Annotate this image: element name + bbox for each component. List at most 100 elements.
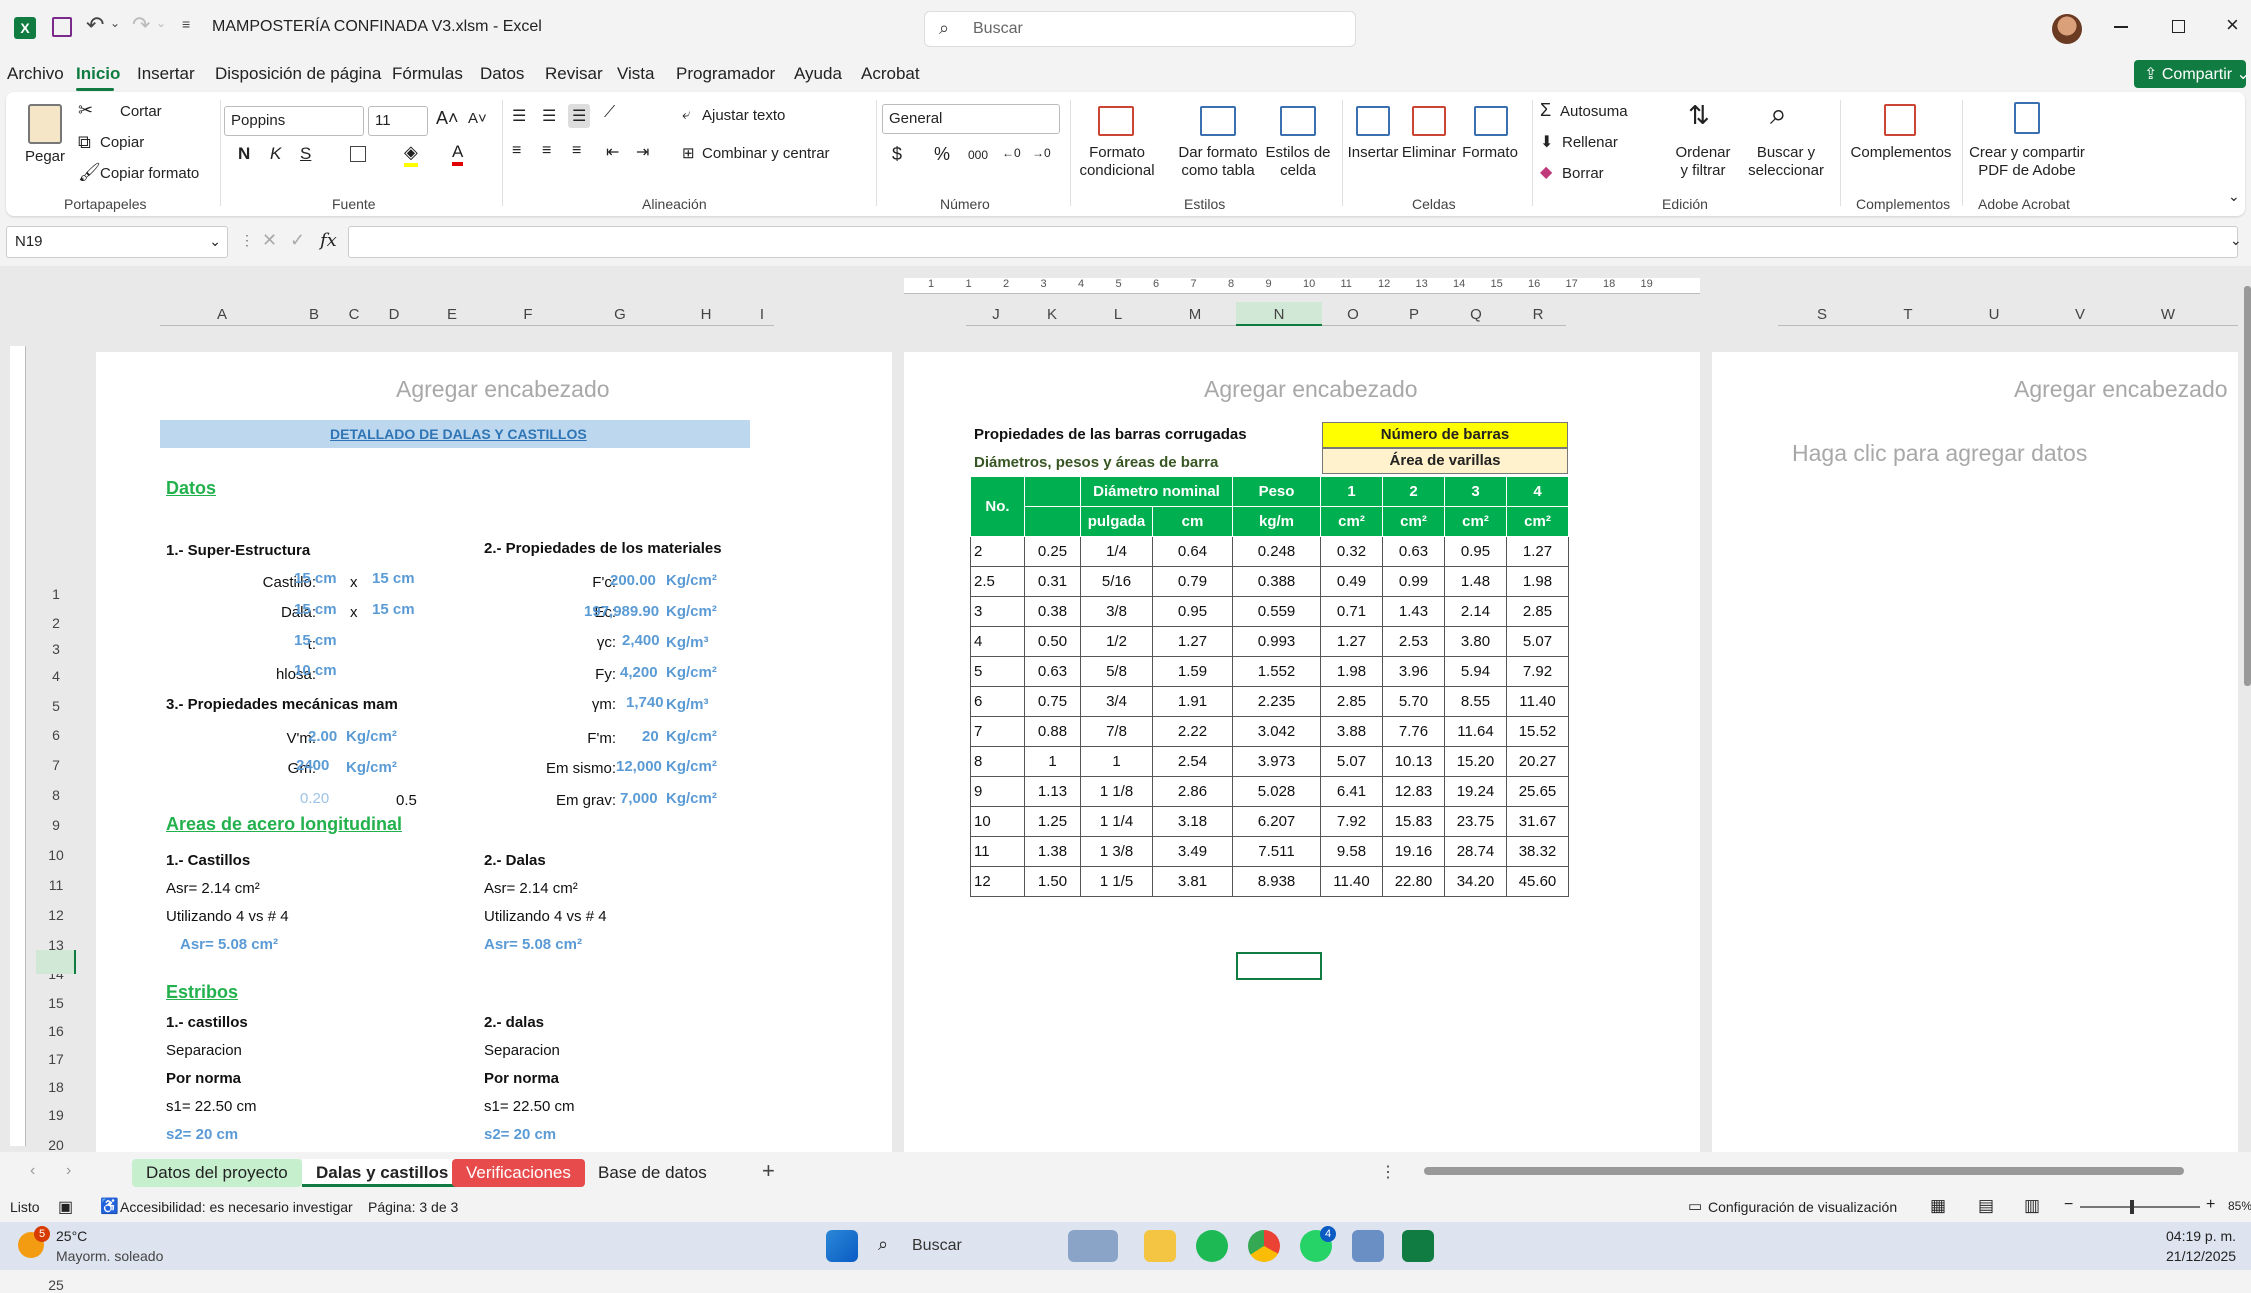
zoom-thumb[interactable] [2130, 1200, 2134, 1214]
table-cell[interactable]: 3.973 [1232, 746, 1321, 777]
table-cell[interactable]: 3.49 [1152, 836, 1233, 867]
table-cell[interactable]: 1/2 [1080, 626, 1153, 657]
table-cell[interactable]: 2.85 [1506, 596, 1569, 627]
table-cell[interactable]: 11.40 [1320, 866, 1383, 897]
avatar[interactable] [2052, 14, 2082, 44]
column-header[interactable]: R [1528, 306, 1548, 323]
table-cell[interactable]: 0.50 [1024, 626, 1081, 657]
enter-icon[interactable]: ✓ [290, 230, 305, 251]
expand-formula-icon[interactable]: ⌄ [2230, 232, 2242, 249]
table-cell[interactable]: 5.07 [1506, 626, 1569, 657]
row-header[interactable]: 16 [36, 1023, 76, 1039]
column-header[interactable]: K [1042, 306, 1062, 323]
find-select-button[interactable]: Buscar y seleccionar [1740, 144, 1832, 180]
chrome-icon[interactable] [1248, 1230, 1280, 1262]
table-cell[interactable]: 5/8 [1080, 656, 1153, 687]
column-header[interactable]: W [2158, 306, 2178, 323]
table-cell[interactable]: 7.92 [1320, 806, 1383, 837]
header-placeholder-3[interactable]: Agregar encabezado [2014, 376, 2228, 403]
row-header[interactable]: 4 [36, 668, 76, 684]
addins-button[interactable]: Complementos [1846, 144, 1956, 162]
horizontal-scrollbar[interactable] [1420, 1166, 2230, 1176]
table-cell[interactable]: 8 [970, 746, 1025, 777]
column-header[interactable]: P [1404, 306, 1424, 323]
fill-color-icon[interactable]: ◈ [404, 142, 418, 167]
cut-button[interactable]: Cortar [120, 103, 162, 120]
tab-vista[interactable]: Vista [617, 64, 655, 84]
table-cell[interactable]: 15.83 [1382, 806, 1445, 837]
table-cell[interactable]: 19.16 [1382, 836, 1445, 867]
table-cell[interactable]: 4 [970, 626, 1025, 657]
row-header[interactable]: 2 [36, 615, 76, 631]
table-cell[interactable]: 0.25 [1024, 536, 1081, 567]
excel-taskbar-icon[interactable] [1402, 1230, 1434, 1262]
table-cell[interactable]: 12.83 [1382, 776, 1445, 807]
paste-icon[interactable] [28, 104, 62, 144]
italic-icon[interactable]: K [270, 144, 281, 164]
header-placeholder-2[interactable]: Agregar encabezado [1204, 376, 1418, 403]
restore-icon[interactable] [2172, 20, 2185, 33]
widgets-icon[interactable] [1068, 1230, 1118, 1262]
borders-icon[interactable] [350, 146, 366, 162]
table-cell[interactable]: 2.54 [1152, 746, 1233, 777]
table-cell[interactable]: 3/4 [1080, 686, 1153, 717]
table-cell[interactable]: 2.5 [970, 566, 1025, 597]
table-cell[interactable]: 0.64 [1152, 536, 1233, 567]
zoom-out-icon[interactable]: − [2064, 1196, 2073, 1214]
table-cell[interactable]: 0.71 [1320, 596, 1383, 627]
row-header[interactable]: 20 [36, 1137, 76, 1153]
table-cell[interactable]: 6.207 [1232, 806, 1321, 837]
table-cell[interactable]: 10 [970, 806, 1025, 837]
column-header[interactable]: Q [1466, 306, 1486, 323]
share-button[interactable]: ⇪ Compartir ⌄ [2134, 60, 2250, 88]
decrease-indent-icon[interactable]: ⇤ [606, 142, 619, 162]
table-cell[interactable]: 2.235 [1232, 686, 1321, 717]
format-painter-button[interactable]: Copiar formato [100, 165, 199, 182]
close-icon[interactable]: × [2226, 12, 2239, 38]
copy-button[interactable]: Copiar [100, 134, 144, 151]
table-cell[interactable]: 2.53 [1382, 626, 1445, 657]
table-cell[interactable]: 11.40 [1506, 686, 1569, 717]
table-cell[interactable]: 0.388 [1232, 566, 1321, 597]
table-cell[interactable]: 1.98 [1506, 566, 1569, 597]
tab-revisar[interactable]: Revisar [545, 64, 603, 84]
table-cell[interactable]: 9 [970, 776, 1025, 807]
table-cell[interactable]: 1.48 [1444, 566, 1507, 597]
row-header[interactable]: 25 [36, 1277, 76, 1293]
tab-datos-proyecto[interactable]: Datos del proyecto [132, 1159, 302, 1187]
tab-inicio[interactable]: Inicio [76, 64, 120, 84]
vertical-scrollbar[interactable] [2244, 286, 2251, 686]
header-placeholder-1[interactable]: Agregar encabezado [396, 376, 610, 403]
table-cell[interactable]: 0.95 [1152, 596, 1233, 627]
insert-function-icon[interactable]: fx [320, 230, 337, 251]
table-cell[interactable]: 3.18 [1152, 806, 1233, 837]
table-cell[interactable]: 1.27 [1320, 626, 1383, 657]
row-header[interactable]: 19 [36, 1107, 76, 1123]
display-settings[interactable]: Configuración de visualización [1708, 1199, 1897, 1215]
table-cell[interactable]: 0.79 [1152, 566, 1233, 597]
table-cell[interactable]: 0.38 [1024, 596, 1081, 627]
add-data-placeholder[interactable]: Haga clic para agregar datos [1792, 440, 2087, 467]
table-cell[interactable]: 34.20 [1444, 866, 1507, 897]
underline-icon[interactable]: S [300, 144, 311, 164]
table-cell[interactable]: 12 [970, 866, 1025, 897]
thousands-icon[interactable]: 000 [968, 148, 988, 162]
column-header[interactable]: F [518, 306, 538, 323]
table-cell[interactable]: 1.27 [1506, 536, 1569, 567]
row-header[interactable]: 10 [36, 847, 76, 863]
paste-button[interactable]: Pegar [20, 148, 70, 166]
table-cell[interactable]: 0.559 [1232, 596, 1321, 627]
next-sheet-icon[interactable]: › [66, 1162, 71, 1180]
delete-cells-button[interactable]: Eliminar [1400, 144, 1458, 162]
table-cell[interactable]: 15.20 [1444, 746, 1507, 777]
table-cell[interactable]: 25.65 [1506, 776, 1569, 807]
currency-icon[interactable]: $ [892, 144, 902, 165]
table-cell[interactable]: 0.88 [1024, 716, 1081, 747]
align-center-icon[interactable]: ≡ [542, 142, 551, 160]
tab-acrobat[interactable]: Acrobat [861, 64, 920, 84]
table-cell[interactable]: 10.13 [1382, 746, 1445, 777]
table-cell[interactable]: 0.63 [1024, 656, 1081, 687]
column-header[interactable]: T [1898, 306, 1918, 323]
table-cell[interactable]: 3 [970, 596, 1025, 627]
more-sheets-icon[interactable]: ⋮ [1380, 1162, 1396, 1182]
